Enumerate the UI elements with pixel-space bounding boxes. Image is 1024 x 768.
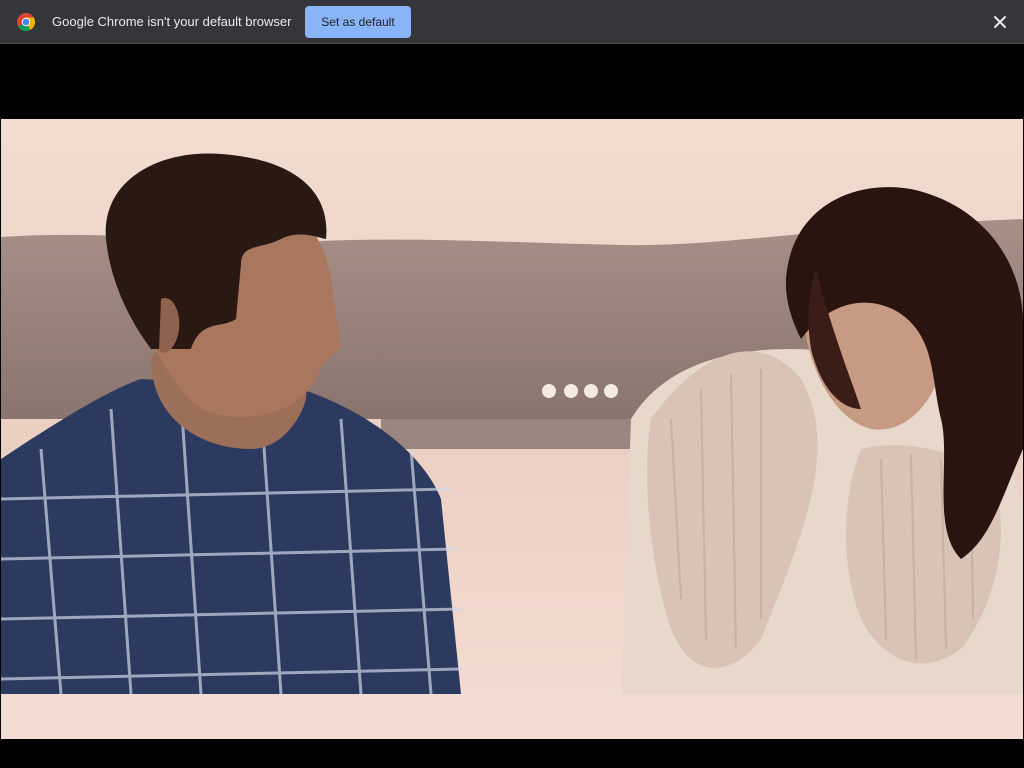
video-player[interactable] xyxy=(0,45,1024,768)
chrome-logo-icon xyxy=(17,13,35,31)
light xyxy=(604,384,618,398)
bridge xyxy=(381,419,641,449)
default-browser-infobar: Google Chrome isn't your default browser… xyxy=(0,0,1024,44)
video-frame[interactable] xyxy=(1,119,1023,739)
light xyxy=(584,384,598,398)
set-as-default-button[interactable]: Set as default xyxy=(305,6,411,38)
light xyxy=(564,384,578,398)
infobar-message: Google Chrome isn't your default browser xyxy=(52,14,292,29)
close-icon[interactable] xyxy=(990,12,1010,32)
light xyxy=(542,384,556,398)
